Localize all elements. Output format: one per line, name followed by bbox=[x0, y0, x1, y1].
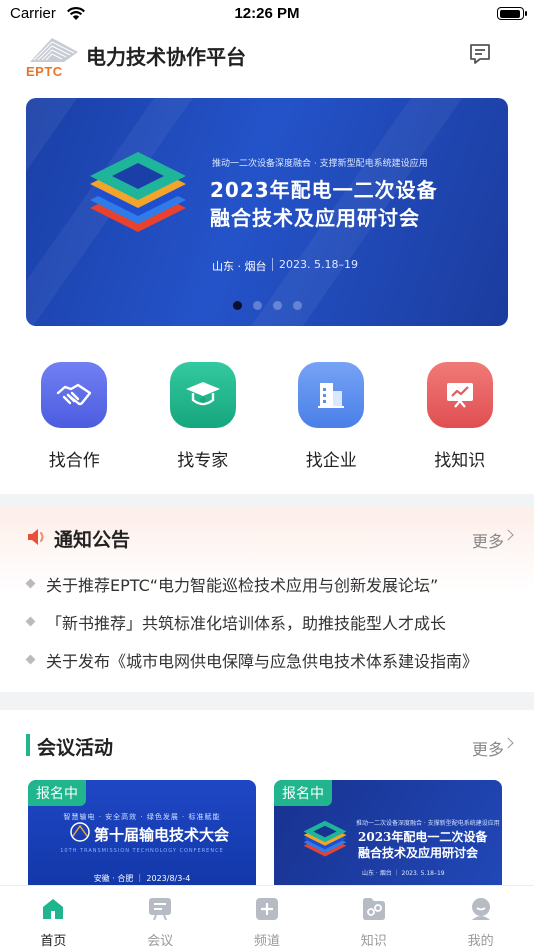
profile-icon bbox=[471, 898, 490, 920]
home-icon bbox=[43, 899, 64, 919]
bullet-icon bbox=[25, 578, 36, 589]
banner-title-line1: 2023年配电一二次设备 bbox=[210, 178, 438, 202]
quick-find-cooperation[interactable]: 找合作 bbox=[24, 362, 124, 471]
notice-item[interactable]: 「新书推荐」共筑标准化培训体系，助推技能型人才成长 bbox=[0, 606, 534, 644]
meetings-section: 会议活动 更多 报名中 智慧输电 · 安全高效 · 绿色发展 · 标准赋能 第十… bbox=[0, 710, 534, 890]
banner-subtitle: 推动一二次设备深度融合 · 支撑新型配电系统建设应用 bbox=[212, 159, 428, 169]
tab-label: 频道 bbox=[253, 934, 280, 949]
logo-mark-icon bbox=[30, 38, 78, 62]
tab-home[interactable]: 首页 bbox=[0, 886, 107, 950]
carousel-dot[interactable] bbox=[292, 301, 302, 310]
meetings-more-link[interactable]: 更多 bbox=[472, 736, 504, 760]
tab-bar: 首页 会议 频道 知识 我的 bbox=[0, 885, 534, 950]
quick-label: 找合作 bbox=[48, 451, 100, 471]
presentation-chart-icon bbox=[426, 362, 493, 428]
app-title: 电力技术协作平台 bbox=[86, 45, 246, 69]
battery-icon bbox=[497, 7, 527, 20]
quick-access: 找合作 找专家 找企业 找知识 bbox=[0, 362, 534, 471]
quick-find-company[interactable]: 找企业 bbox=[281, 362, 381, 471]
notice-title: 通知公告 bbox=[54, 529, 131, 551]
top-section: 推动一二次设备深度融合 · 支撑新型配电系统建设应用 2023年配电一二次设备 … bbox=[0, 94, 534, 494]
quick-label: 找知识 bbox=[434, 451, 486, 471]
app-header: EPTC 电力技术协作平台 bbox=[0, 30, 534, 94]
tab-label: 会议 bbox=[147, 934, 174, 949]
logo-text: EPTC bbox=[26, 64, 63, 79]
banner-carousel[interactable]: 推动一二次设备深度融合 · 支撑新型配电系统建设应用 2023年配电一二次设备 … bbox=[26, 98, 508, 326]
conference-emblem-icon bbox=[70, 822, 90, 842]
carousel-dot[interactable] bbox=[272, 301, 282, 310]
banner-place: 山东 · 烟台 bbox=[212, 260, 267, 273]
quick-label: 找专家 bbox=[177, 451, 229, 471]
meeting-card[interactable]: 报名中 推动一二次设备深度融合 · 支撑新型配电系统建设应用 2023年配电一二… bbox=[274, 780, 502, 890]
tab-knowledge[interactable]: 知识 bbox=[320, 886, 427, 950]
building-icon bbox=[298, 362, 365, 428]
meeting-card-subtitle: 智慧输电 · 安全高效 · 绿色发展 · 标准赋能 bbox=[63, 813, 221, 821]
meeting-card-date: 山东 · 烟台 ｜ 2023. 5.18–19 bbox=[362, 870, 445, 877]
conference-logo-icon bbox=[90, 152, 186, 232]
tab-profile[interactable]: 我的 bbox=[427, 886, 534, 950]
banner-title-line2: 融合技术及应用研讨会 bbox=[210, 206, 420, 230]
bullet-icon bbox=[25, 654, 36, 665]
meeting-card-title: 第十届输电技术大会 bbox=[94, 826, 230, 844]
message-icon[interactable] bbox=[468, 42, 492, 66]
tab-meeting[interactable]: 会议 bbox=[107, 886, 214, 950]
chevron-right-icon bbox=[502, 737, 514, 749]
meeting-card-date: 安徽 · 合肥 ｜ 2023/8/3-4 bbox=[93, 874, 191, 883]
meetings-title: 会议活动 bbox=[37, 737, 114, 759]
meeting-card-title-line2: 融合技术及应用研讨会 bbox=[358, 846, 479, 860]
chevron-right-icon bbox=[502, 529, 514, 541]
handshake-icon bbox=[41, 362, 108, 428]
knowledge-icon bbox=[362, 898, 385, 920]
graduation-cap-icon bbox=[169, 362, 236, 428]
quick-find-expert[interactable]: 找专家 bbox=[153, 362, 253, 471]
carousel-dot[interactable] bbox=[232, 301, 242, 310]
speaker-icon bbox=[28, 529, 44, 545]
eptc-logo: EPTC bbox=[24, 34, 80, 79]
quick-label: 找企业 bbox=[305, 451, 357, 471]
notice-item[interactable]: 关于发布《城市电网供电保障与应急供电技术体系建设指南》 bbox=[0, 644, 534, 682]
meeting-card-subtitle: 推动一二次设备深度融合 · 支撑新型配电系统建设应用 bbox=[356, 820, 500, 827]
notice-header: 通知公告 更多 bbox=[0, 522, 534, 552]
status-bar: Carrier 12:26 PM bbox=[0, 0, 534, 30]
status-badge: 报名中 bbox=[28, 780, 86, 806]
meeting-card-title-line1: 2023年配电一二次设备 bbox=[358, 830, 488, 844]
status-time: 12:26 PM bbox=[234, 5, 300, 22]
notice-item[interactable]: 关于推荐EPTC“电力智能巡检技术应用与创新发展论坛” bbox=[0, 568, 534, 606]
section-accent-bar bbox=[26, 734, 30, 756]
tab-label: 首页 bbox=[40, 934, 67, 949]
conference-logo-icon bbox=[303, 820, 347, 857]
banner-date: 2023. 5.18–19 bbox=[272, 258, 358, 271]
notice-section: 通知公告 更多 关于推荐EPTC“电力智能巡检技术应用与创新发展论坛” 「新书推… bbox=[0, 508, 534, 692]
tab-label: 知识 bbox=[360, 934, 387, 949]
carousel-dot[interactable] bbox=[252, 301, 262, 310]
meeting-card-english: 10TH TRANSMISSION TECHNOLOGY CONFERENCE bbox=[60, 848, 224, 854]
meeting-cards: 报名中 智慧输电 · 安全高效 · 绿色发展 · 标准赋能 第十届输电技术大会 … bbox=[28, 780, 502, 890]
notice-item-text: 「新书推荐」共筑标准化培训体系，助推技能型人才成长 bbox=[46, 614, 447, 633]
tab-channel[interactable]: 频道 bbox=[214, 886, 321, 950]
meeting-icon bbox=[149, 898, 172, 921]
status-badge: 报名中 bbox=[274, 780, 332, 806]
notice-item-text: 关于发布《城市电网供电保障与应急供电技术体系建设指南》 bbox=[46, 652, 479, 671]
bullet-icon bbox=[25, 616, 36, 627]
quick-find-knowledge[interactable]: 找知识 bbox=[410, 362, 510, 471]
notice-list: 关于推荐EPTC“电力智能巡检技术应用与创新发展论坛” 「新书推荐」共筑标准化培… bbox=[0, 568, 534, 682]
meeting-card[interactable]: 报名中 智慧输电 · 安全高效 · 绿色发展 · 标准赋能 第十届输电技术大会 … bbox=[28, 780, 256, 890]
notice-more-link[interactable]: 更多 bbox=[472, 528, 504, 552]
channel-icon bbox=[255, 898, 278, 920]
carousel-dots bbox=[26, 301, 508, 310]
tab-label: 我的 bbox=[467, 934, 494, 949]
notice-item-text: 关于推荐EPTC“电力智能巡检技术应用与创新发展论坛” bbox=[46, 576, 439, 595]
